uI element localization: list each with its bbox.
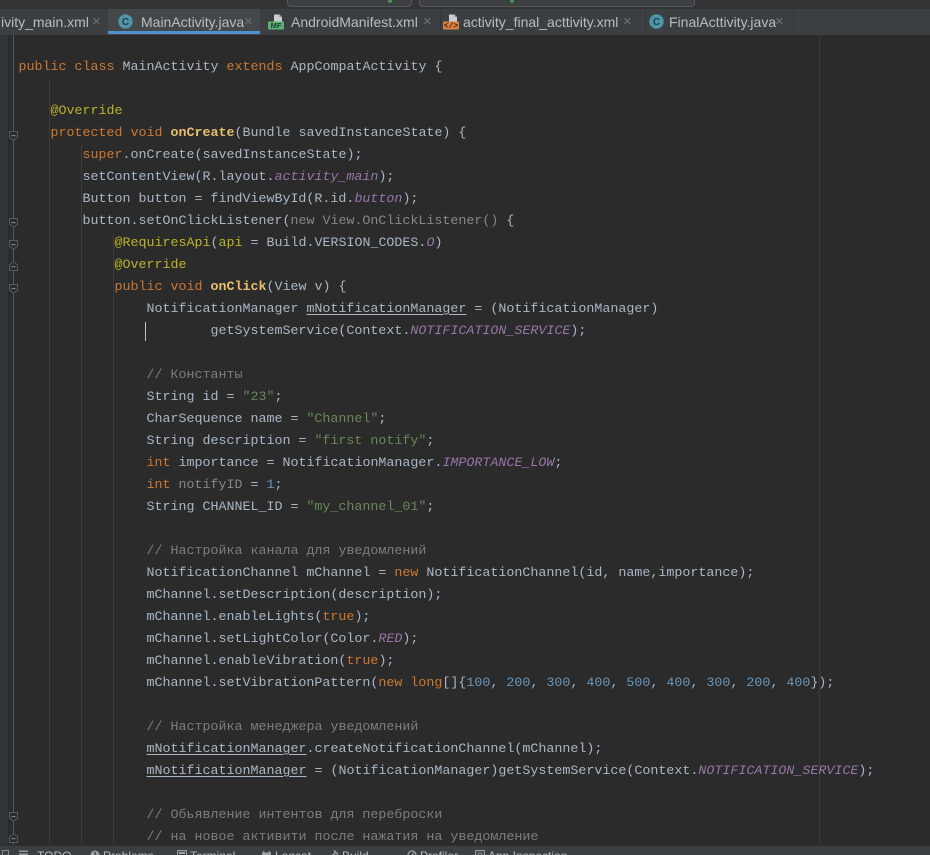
svg-text:C: C [121, 17, 128, 28]
svg-text:C: C [653, 17, 660, 28]
svg-text:MF: MF [271, 21, 282, 30]
svg-text:</>: </> [444, 22, 459, 31]
